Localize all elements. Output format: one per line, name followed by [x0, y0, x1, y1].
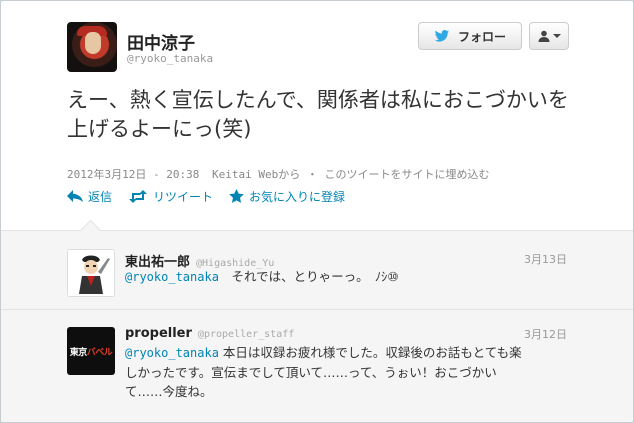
samurai-character-icon: [68, 250, 114, 296]
follow-button[interactable]: フォロー: [418, 22, 522, 50]
reply-text: @ryoko_tanaka 本日は収録お疲れ様でした。収録後のお話もとても楽 し…: [125, 343, 571, 401]
retweet-action[interactable]: リツイート: [128, 188, 213, 205]
reply-item[interactable]: 東京 バベル propeller @propeller_staff 3月12日 @r…: [1, 309, 633, 422]
author-handle[interactable]: @ryoko_tanaka: [127, 52, 213, 65]
avatar-face-shape: [85, 32, 101, 54]
logo-text-white: 東京: [69, 347, 88, 358]
favorite-label: お気に入りに登録: [249, 189, 346, 204]
author-avatar[interactable]: [67, 22, 117, 72]
reply-avatar[interactable]: 東京 バベル: [67, 327, 115, 375]
embed-tweet-link[interactable]: このツイートをサイトに埋め込む: [324, 168, 489, 181]
reply-text: @ryoko_tanaka それでは、とりゃーっ。 ﾉｼ⑩: [125, 267, 571, 287]
reply-line-2: しかったです。宣伝までして頂いて……って、うぉい！おこづかい: [125, 365, 497, 380]
meta-separator: ・: [306, 168, 318, 181]
twitter-bird-icon: [434, 29, 450, 42]
reply-display-name: propeller: [125, 326, 192, 341]
tweet-text: えー、熱く宣伝したんで、関係者は私におこづかいを上げるよーにっ(笑): [67, 88, 569, 141]
reply-handle: @propeller_staff: [197, 329, 295, 340]
tokyo-babel-logo: 東京 バベル: [67, 327, 115, 375]
tweet-card: 田中涼子 @ryoko_tanaka フォロー えー、熱く宣伝したんで、関係者は…: [0, 0, 634, 423]
reply-date[interactable]: 3月12日: [524, 326, 567, 342]
retweet-icon: [129, 189, 148, 203]
reply-line-1: @ryoko_tanaka 本日は収録お疲れ様でした。収録後のお話もとても楽: [125, 343, 571, 363]
reply-line-3: て……今度ね。: [125, 384, 213, 399]
reply-icon: [67, 190, 83, 202]
reply-mention[interactable]: @ryoko_tanaka: [125, 346, 219, 360]
reply-avatar[interactable]: [67, 249, 115, 297]
star-icon: [229, 189, 244, 203]
replies-list: 東出祐一郎 @Higashide_Yu 3月13日 @ryoko_tanaka そ…: [1, 230, 633, 422]
reply-date[interactable]: 3月13日: [524, 251, 567, 267]
reply-mention[interactable]: @ryoko_tanaka: [125, 270, 219, 284]
tweet-meta: 2012年3月12日 - 20:38 Keitai Webから ・ このツイート…: [67, 166, 489, 182]
reply-item[interactable]: 東出祐一郎 @Higashide_Yu 3月13日 @ryoko_tanaka そ…: [1, 231, 633, 309]
retweet-label: リツイート: [153, 189, 214, 204]
favorite-action[interactable]: お気に入りに登録: [229, 188, 345, 205]
user-actions-menu-button[interactable]: [529, 22, 569, 50]
tweet-date[interactable]: 2012年3月12日 - 20:38: [67, 168, 199, 181]
reply-action[interactable]: 返信: [67, 188, 112, 205]
tweet-main: 田中涼子 @ryoko_tanaka フォロー えー、熱く宣伝したんで、関係者は…: [1, 1, 633, 230]
reply-label: 返信: [88, 189, 113, 204]
reply-author-name[interactable]: propeller @propeller_staff: [125, 326, 294, 341]
follow-button-label: フォロー: [457, 29, 506, 44]
logo-text-red: バベル: [86, 347, 113, 358]
reply-body-line-1: 本日は収録お疲れ様でした。収録後のお話もとても楽: [222, 345, 522, 360]
author-display-name[interactable]: 田中涼子: [127, 29, 195, 54]
caret-down-icon: [552, 34, 561, 38]
person-icon: [538, 30, 549, 42]
reply-body: それでは、とりゃーっ。 ﾉｼ⑩: [231, 269, 399, 284]
tweet-source[interactable]: Keitai Webから: [212, 168, 300, 181]
tweet-actions: 返信 リツイート お気に入りに登録: [67, 187, 361, 205]
